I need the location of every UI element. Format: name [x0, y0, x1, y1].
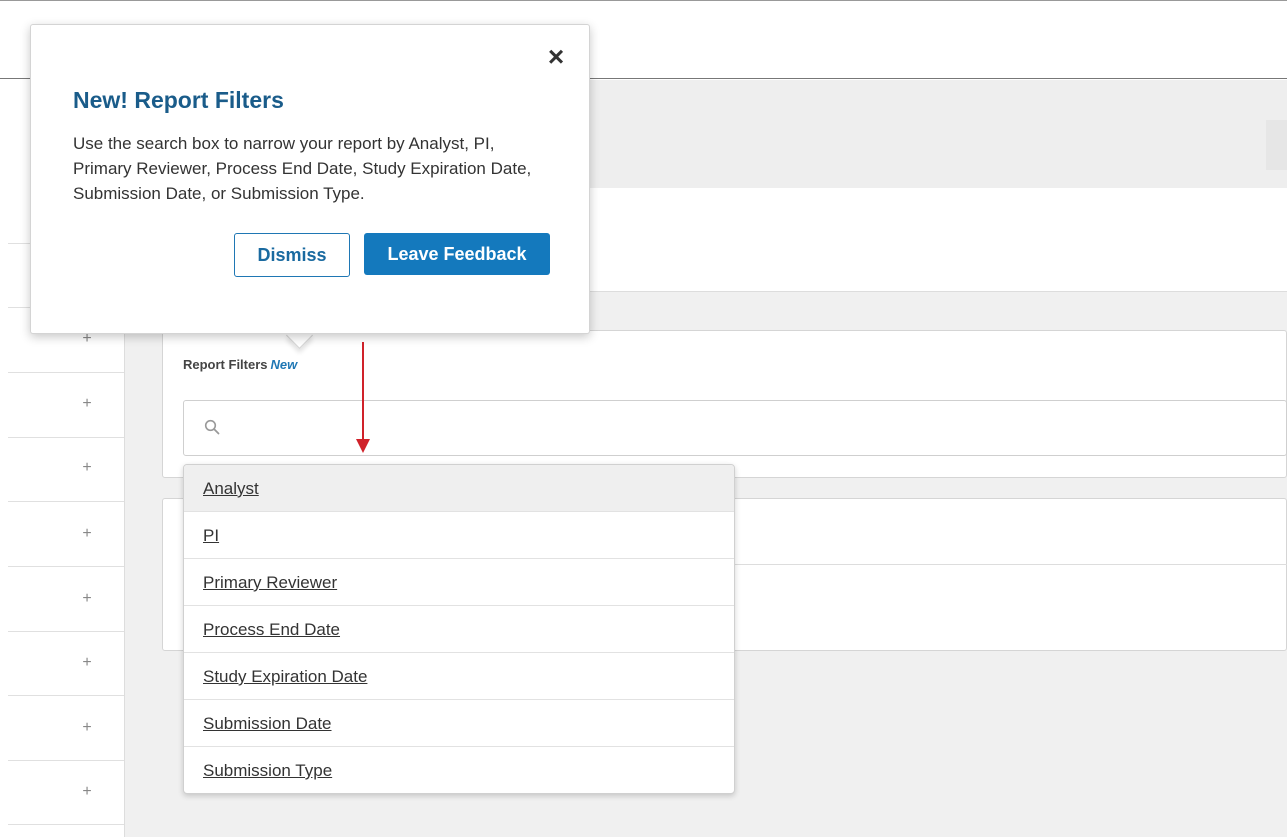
filter-option-analyst[interactable]: Analyst — [184, 465, 734, 512]
popover-description: Use the search box to narrow your report… — [73, 134, 532, 203]
top-bar — [0, 0, 1287, 11]
filter-option-submission-type[interactable]: Submission Type — [184, 747, 734, 793]
expand-plus-button[interactable]: + — [80, 784, 94, 800]
new-badge: New — [270, 357, 298, 372]
expand-plus-button[interactable]: + — [80, 396, 94, 412]
expand-plus-button[interactable]: + — [80, 591, 94, 607]
filter-option-submission-date[interactable]: Submission Date — [184, 700, 734, 747]
popover-title: New! Report Filters — [73, 87, 284, 113]
left-row — [8, 631, 124, 696]
expand-plus-button[interactable]: + — [80, 655, 94, 671]
filter-option-study-expiration-date[interactable]: Study Expiration Date — [184, 653, 734, 700]
left-row — [8, 501, 124, 567]
expand-plus-button[interactable]: + — [80, 331, 94, 347]
new-feature-popover: × New! Report Filters Use the search box… — [30, 24, 590, 334]
left-row — [8, 760, 124, 825]
report-filters-title: Report Filters — [183, 357, 268, 372]
filter-option-pi[interactable]: PI — [184, 512, 734, 559]
filter-option-primary-reviewer[interactable]: Primary Reviewer — [184, 559, 734, 606]
left-row — [8, 566, 124, 632]
filter-option-process-end-date[interactable]: Process End Date — [184, 606, 734, 653]
dismiss-button[interactable]: Dismiss — [234, 233, 350, 277]
search-icon — [204, 419, 220, 435]
close-icon[interactable]: × — [544, 43, 568, 71]
expand-plus-button[interactable]: + — [80, 460, 94, 476]
results-divider — [735, 564, 1287, 565]
expand-plus-button[interactable]: + — [80, 526, 94, 542]
left-row — [8, 437, 124, 502]
left-row — [8, 372, 124, 438]
header-action-box — [1266, 120, 1287, 170]
annotation-arrow-icon — [356, 342, 370, 453]
filter-options-dropdown: Analyst PI Primary Reviewer Process End … — [183, 464, 735, 794]
left-row — [8, 695, 124, 761]
report-filter-search-input[interactable] — [183, 400, 1287, 456]
report-filters-label: Report Filters New — [183, 357, 297, 372]
leave-feedback-button[interactable]: Leave Feedback — [364, 233, 550, 275]
expand-plus-button[interactable]: + — [80, 720, 94, 736]
